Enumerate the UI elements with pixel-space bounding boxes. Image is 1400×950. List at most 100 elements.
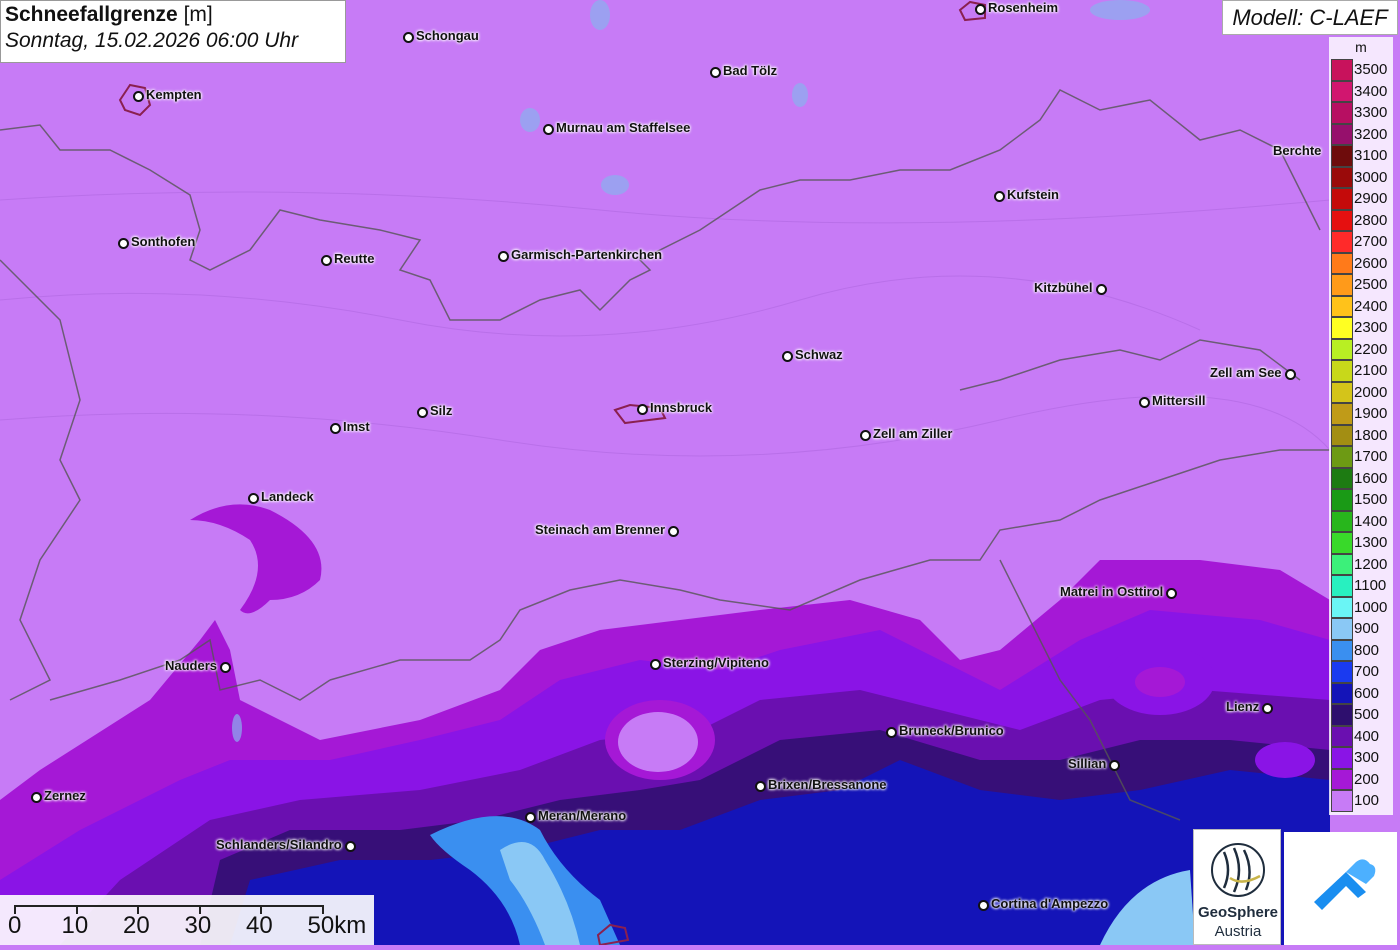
- legend-swatch: [1331, 59, 1353, 81]
- legend-label: 1200: [1354, 555, 1388, 573]
- scale-label: 30: [184, 912, 212, 939]
- city-label: Schwaz: [795, 347, 843, 362]
- scale-label: 10: [61, 912, 89, 939]
- model-label: Modell: C-LAEF: [1222, 0, 1398, 35]
- legend-level: 800: [1329, 639, 1393, 661]
- legend-label: 1700: [1354, 448, 1388, 465]
- forecast-datetime: Sonntag, 15.02.2026 06:00 Uhr: [5, 29, 299, 52]
- legend-level: 1200: [1329, 553, 1393, 575]
- legend-label: 1000: [1354, 598, 1388, 616]
- city-label: Cortina d'Ampezzo: [991, 896, 1109, 911]
- map-title-box: Schneefallgrenze [m] Sonntag, 15.02.2026…: [0, 0, 346, 63]
- legend-level: 300: [1329, 747, 1393, 769]
- legend-swatch: [1331, 317, 1353, 339]
- legend-label: 1900: [1354, 405, 1388, 422]
- city-label: Berchte: [1273, 143, 1322, 158]
- variable-name: Schneefallgrenze: [5, 3, 178, 26]
- legend-label: 300: [1354, 749, 1380, 766]
- legend-swatch: [1331, 145, 1353, 167]
- legend-level: 3100: [1329, 145, 1393, 167]
- legend-swatch: [1331, 231, 1353, 253]
- snowfall-limit-map: [0, 0, 1400, 945]
- city-label: Kempten: [146, 87, 202, 102]
- city-dot: [650, 659, 661, 670]
- snowline-ring-east: [1255, 742, 1315, 778]
- color-legend: m 3500 3400 3300 3200 3100 3000 2900 2800 2700 26…: [1329, 37, 1393, 815]
- city-label: Meran/Merano: [538, 808, 627, 823]
- city-dot: [668, 526, 679, 537]
- city-label: Bad Tölz: [723, 63, 778, 78]
- legend-level: 500: [1329, 704, 1393, 726]
- legend-level: 1500: [1329, 489, 1393, 511]
- city-label: Matrei in Osttirol: [1060, 584, 1164, 599]
- legend-level: 2100: [1329, 360, 1393, 382]
- city-dot: [31, 792, 42, 803]
- legend-label: 1800: [1354, 426, 1388, 444]
- city-dot: [1109, 760, 1120, 771]
- city-label: Rosenheim: [988, 0, 1059, 15]
- legend-label: 600: [1354, 684, 1380, 702]
- city-dot: [782, 351, 793, 362]
- legend-label: 2800: [1354, 211, 1388, 229]
- legend-label: 3300: [1354, 104, 1388, 121]
- city-dot: [220, 662, 231, 673]
- legend-label: 1500: [1354, 491, 1388, 508]
- legend-level: 2600: [1329, 252, 1393, 274]
- city-dot: [1096, 284, 1107, 295]
- city-label: Sonthofen: [131, 234, 196, 249]
- legend-label: 1100: [1354, 577, 1387, 594]
- city-dot: [417, 407, 428, 418]
- legend-swatch: [1331, 639, 1353, 661]
- geosphere-emblem-icon: [1211, 843, 1265, 897]
- legend-label: 1300: [1354, 534, 1388, 551]
- legend-label: 3000: [1354, 168, 1388, 186]
- legend-level: 3200: [1329, 123, 1393, 145]
- city-label: Imst: [343, 419, 370, 434]
- city-label: Zell am Ziller: [873, 426, 953, 441]
- city-dot: [1262, 703, 1273, 714]
- legend-label: 900: [1354, 620, 1380, 637]
- city-dot: [975, 4, 986, 15]
- snowline-ring-sterzing-inner: [618, 712, 698, 772]
- legend-swatch: [1331, 661, 1353, 683]
- city-label: Nauders: [165, 658, 218, 673]
- legend-label: 200: [1354, 770, 1380, 788]
- legend-swatch: [1331, 274, 1353, 296]
- geosphere-logo[interactable]: GeoSphere Austria: [1193, 829, 1281, 945]
- legend-label: 2700: [1354, 233, 1388, 250]
- city-dot: [133, 91, 144, 102]
- legend-swatch: [1331, 338, 1353, 360]
- city-label: Lienz: [1226, 699, 1260, 714]
- legend-label: 1600: [1354, 469, 1388, 487]
- city-dot: [543, 124, 554, 135]
- city-dot: [118, 238, 129, 249]
- city-dot: [1166, 588, 1177, 599]
- legend-swatch: [1331, 102, 1353, 124]
- legend-level: 600: [1329, 682, 1393, 704]
- legend-swatch: [1331, 682, 1353, 704]
- legend-label: 3500: [1354, 61, 1388, 78]
- legend-label: 2000: [1354, 383, 1388, 401]
- city-dot: [637, 404, 648, 415]
- legend-level: 1600: [1329, 467, 1393, 489]
- legend-label: 400: [1354, 727, 1380, 745]
- legend-swatch: [1331, 510, 1353, 532]
- legend-swatch: [1331, 768, 1353, 790]
- legend-swatch: [1331, 446, 1353, 468]
- snowline-ring-lienz-inner: [1135, 667, 1185, 697]
- legend-label: 2400: [1354, 297, 1388, 315]
- city-dot: [403, 32, 414, 43]
- city-label: Mittersill: [1152, 393, 1206, 408]
- legend-level: 1800: [1329, 424, 1393, 446]
- city-label: Bruneck/Brunico: [899, 723, 1004, 738]
- legend-level: 2200: [1329, 338, 1393, 360]
- weather-app-logo[interactable]: [1284, 832, 1397, 945]
- legend-label: 2100: [1354, 362, 1388, 379]
- legend-level: 2000: [1329, 381, 1393, 403]
- legend-swatch: [1331, 252, 1353, 274]
- legend-swatch: [1331, 596, 1353, 618]
- legend-level: 400: [1329, 725, 1393, 747]
- map-title: Schneefallgrenze [m]: [5, 3, 341, 27]
- legend-level: 3400: [1329, 80, 1393, 102]
- legend-swatch: [1331, 424, 1353, 446]
